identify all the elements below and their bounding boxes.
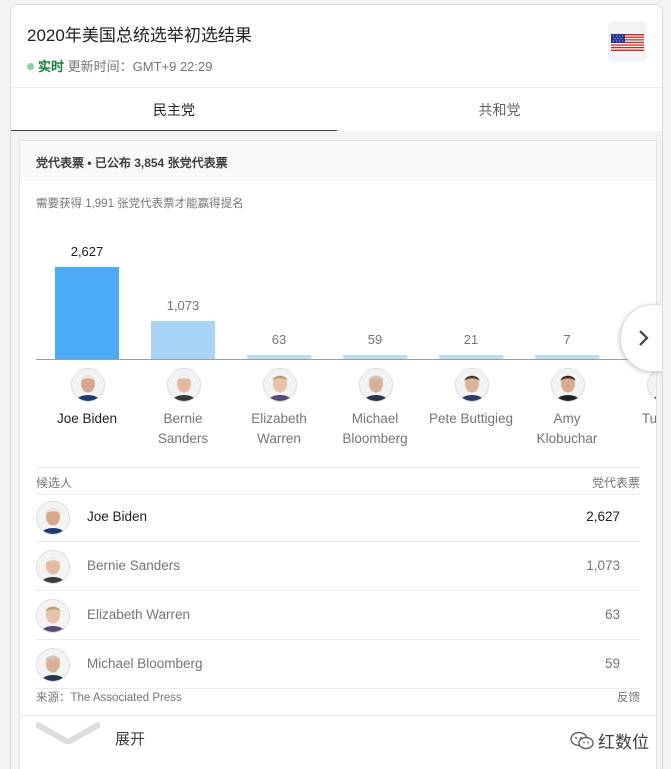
expand-button[interactable]: 展开 <box>20 715 656 760</box>
results-area: 党代表票 • 已公布 3,854 张党代表票 需要获得 1,991 张党代表票才… <box>11 131 662 769</box>
chart-bar <box>439 355 503 359</box>
tab-democratic[interactable]: 民主党 <box>11 88 337 132</box>
tab-republican[interactable]: 共和党 <box>337 88 662 133</box>
candidate-avatar[interactable] <box>71 368 105 402</box>
candidate-avatar[interactable] <box>167 368 201 402</box>
row-delegate-count: 63 <box>604 607 620 622</box>
delegate-total: 党代表票 • 已公布 3,854 张党代表票 <box>36 156 228 170</box>
chart-bar <box>247 355 311 359</box>
wechat-icon <box>570 731 594 750</box>
tab-democratic-label: 民主党 <box>153 102 195 118</box>
delegate-panel: 党代表票 • 已公布 3,854 张党代表票 需要获得 1,991 张党代表票才… <box>19 140 662 769</box>
chart-bar <box>151 321 215 359</box>
feedback-link[interactable]: 反馈 <box>617 689 640 705</box>
row-candidate-name: Bernie Sanders <box>87 558 181 573</box>
table-row[interactable]: Bernie Sanders 1,073 <box>36 542 640 591</box>
live-label: 实时 <box>38 59 65 74</box>
candidate-name[interactable]: Tulsi G <box>615 409 656 429</box>
row-avatar <box>36 550 70 584</box>
row-avatar <box>36 501 70 535</box>
candidate-name[interactable]: Joe Biden <box>39 409 135 429</box>
row-candidate-name: Joe Biden <box>87 509 148 524</box>
live-dot-icon <box>27 63 34 70</box>
updated-time: 更新时间：GMT+9 22:29 <box>67 59 213 74</box>
results-card: 2020年美国总统选举初选结果 实时 更新时间：GMT+9 22:29 民主党 … <box>10 4 663 769</box>
candidate-name[interactable]: Amy Klobuchar <box>519 409 615 449</box>
chevron-right-icon <box>639 330 649 346</box>
panel-header: 党代表票 • 已公布 3,854 张党代表票 <box>20 141 656 181</box>
source-label: 来源：The Associated Press <box>36 692 182 704</box>
table-row[interactable]: Michael Bloomberg 59 <box>36 640 640 689</box>
card-header: 2020年美国总统选举初选结果 实时 更新时间：GMT+9 22:29 <box>11 5 662 87</box>
candidate-name[interactable]: Pete Buttigieg <box>423 409 519 429</box>
bar-value-label: 21 <box>463 332 479 347</box>
chart-bar <box>535 355 599 359</box>
table-row[interactable]: Elizabeth Warren 63 <box>36 591 640 640</box>
candidate-avatar[interactable] <box>551 368 585 402</box>
row-candidate-name: Elizabeth Warren <box>87 607 191 622</box>
candidate-name[interactable]: Elizabeth Warren <box>231 409 327 449</box>
chart-bar <box>55 267 119 359</box>
delegate-chart: 2,627 Joe Biden 1,073 Bernie Sanders 63 Elizab… <box>20 231 656 471</box>
table-footer: 来源：The Associated Press 反馈 <box>36 689 640 705</box>
row-delegate-count: 59 <box>604 656 620 671</box>
candidate-name[interactable]: Bernie Sanders <box>135 409 231 449</box>
col-delegates: 党代表票 <box>591 476 640 490</box>
tab-republican-label: 共和党 <box>478 102 521 118</box>
party-tabs: 民主党 共和党 <box>11 87 662 133</box>
row-delegate-count: 1,073 <box>586 558 620 573</box>
candidate-avatar[interactable] <box>647 368 656 402</box>
watermark: 红数位 <box>570 728 649 753</box>
bar-value-label: 59 <box>367 332 383 347</box>
watermark-text: 红数位 <box>598 733 649 752</box>
row-candidate-name: Michael Bloomberg <box>87 656 203 671</box>
candidate-avatar[interactable] <box>263 368 297 402</box>
bar-value-label: 63 <box>271 332 287 347</box>
delegates-needed: 需要获得 1,991 张党代表票才能赢得提名 <box>36 198 244 210</box>
row-avatar <box>36 599 70 633</box>
candidate-avatar[interactable] <box>455 368 489 402</box>
candidate-name[interactable]: Michael Bloomberg <box>327 409 423 449</box>
table-header: 候选人 党代表票 <box>36 467 640 495</box>
us-flag-icon <box>608 21 647 62</box>
bar-value-label: 1,073 <box>166 298 200 313</box>
expand-label: 展开 <box>115 731 146 748</box>
bar-value-label: 7 <box>563 332 571 347</box>
page-title: 2020年美国总统选举初选结果 <box>27 26 252 45</box>
chevron-down-icon <box>36 722 100 744</box>
candidate-avatar[interactable] <box>359 368 393 402</box>
row-delegate-count: 2,627 <box>586 509 620 524</box>
bar-value-label: 2,627 <box>70 244 104 259</box>
table-row[interactable]: Joe Biden 2,627 <box>36 493 640 542</box>
chart-bar <box>343 355 407 359</box>
update-status: 实时 更新时间：GMT+9 22:29 <box>27 56 213 75</box>
chart-baseline <box>36 359 656 360</box>
row-avatar <box>36 648 70 682</box>
col-candidate: 候选人 <box>36 476 73 490</box>
